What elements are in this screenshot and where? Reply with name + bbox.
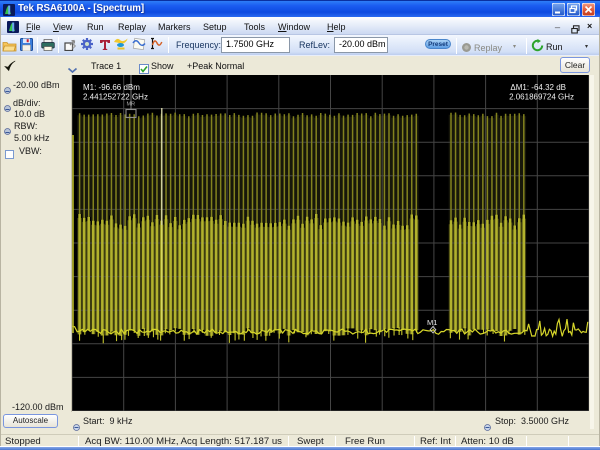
svg-text:ΔM1: -64.32 dB: ΔM1: -64.32 dB	[510, 83, 566, 92]
svg-text:M1: -96.66 dBm: M1: -96.66 dBm	[83, 83, 140, 92]
svg-text:2.061869724 GHz: 2.061869724 GHz	[509, 92, 574, 101]
svg-text:MR: MR	[127, 102, 136, 108]
svg-text:2.441252722 GHz: 2.441252722 GHz	[83, 92, 148, 101]
svg-text:M1: M1	[427, 318, 437, 327]
